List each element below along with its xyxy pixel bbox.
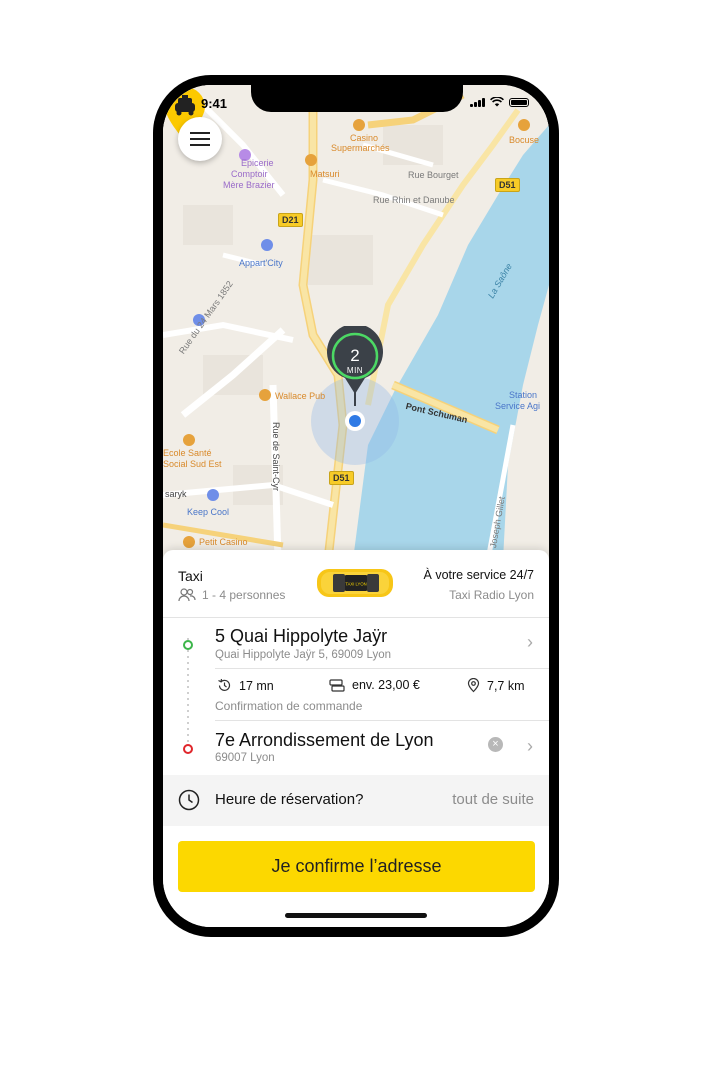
reservation-label: Heure de réservation? [215, 791, 364, 808]
pickup-chevron-right-icon: › [527, 632, 533, 652]
eta-unit: MIN [346, 366, 364, 375]
map-label-rue-saint-cyr: Rue de Saint-Cyr [271, 422, 281, 492]
map-label-epicerie: Epicerie [241, 158, 274, 168]
map-view[interactable]: Casino Supermarchés Epicerie Comptoir Mè… [163, 85, 549, 560]
location-pin-icon [467, 678, 480, 693]
trip-duration-value: 17 mn [239, 678, 274, 693]
people-icon [178, 588, 196, 602]
battery-icon [509, 98, 529, 107]
order-status: Confirmation de commande [215, 699, 363, 713]
home-indicator[interactable] [285, 913, 427, 918]
pickup-subtitle: Quai Hippolyte Jaÿr 5, 69009 Lyon [215, 649, 392, 661]
map-label-appart-city: Appart'City [239, 258, 283, 268]
trip-duration: 17 mn [217, 678, 274, 693]
status-time: 9:41 [201, 96, 228, 111]
eta-pin: 2 MIN [325, 326, 385, 406]
clear-destination-icon[interactable]: × [488, 737, 503, 752]
cellular-signal-icon [470, 98, 485, 107]
destination-dot-icon [183, 744, 193, 754]
reservation-value: tout de suite [452, 791, 534, 808]
car-badge-text: TAXI LYON [345, 582, 366, 587]
destination-subtitle: 69007 Lyon [215, 752, 275, 764]
device-notch [251, 85, 463, 112]
company-name: Taxi Radio Lyon [449, 588, 534, 602]
menu-icon-line [190, 132, 210, 134]
hamburger-menu-button[interactable] [178, 117, 222, 161]
map-label-bocuse: Bocuse [509, 135, 540, 145]
capacity-info: 1 - 4 personnes [178, 588, 285, 602]
divider [163, 617, 549, 618]
menu-icon-line [190, 144, 210, 146]
trip-distance: 7,7 km [467, 678, 525, 693]
pickup-title: 5 Quai Hippolyte Jaÿr [215, 626, 388, 646]
map-label-rue-bourget: Rue Bourget [408, 170, 459, 180]
road-badge-d51-top: D51 [495, 178, 520, 192]
eta-minutes: 2 [350, 346, 360, 365]
map-label-station: Station [509, 390, 538, 400]
taxi-car-image: TAXI LYON [317, 569, 393, 597]
service-hours: À votre service 24/7 [423, 568, 534, 582]
status-icons [470, 97, 529, 107]
clock-icon [178, 789, 200, 811]
booking-sheet: Taxi 1 - 4 personnes TAXI LYON À votre s… [163, 550, 549, 927]
money-icon [329, 678, 345, 692]
phone-frame: Casino Supermarchés Epicerie Comptoir Mè… [153, 75, 559, 937]
trip-price-value: env. 23,00 € [352, 678, 420, 692]
reservation-time-row[interactable]: Heure de réservation? tout de suite [163, 775, 549, 826]
map-label-keep-cool: Keep Cool [187, 507, 230, 517]
map-label-wallace-pub: Wallace Pub [275, 391, 326, 401]
trip-distance-value: 7,7 km [487, 678, 525, 693]
destination-title: 7e Arrondissement de Lyon [215, 730, 434, 750]
vehicle-type: Taxi [178, 568, 203, 584]
pickup-dot-icon [183, 640, 193, 650]
menu-icon-line [190, 138, 210, 140]
map-label-ecole-sante: Ecole Santé [163, 448, 212, 458]
capacity-label: 1 - 4 personnes [202, 588, 286, 602]
map-canvas [163, 85, 549, 560]
divider [215, 720, 549, 721]
map-label-mere-brazier: Mère Brazier [223, 180, 275, 190]
map-label-supermarches: Supermarchés [331, 143, 390, 153]
map-label-casino: Casino [350, 133, 379, 143]
map-label-saryk: saryk [165, 489, 187, 499]
map-label-service-agi: Service Agi [495, 401, 541, 411]
map-label-petit-casino: Petit Casino [199, 537, 248, 547]
road-badge-d51-bottom: D51 [329, 471, 354, 485]
app-screen: Casino Supermarchés Epicerie Comptoir Mè… [163, 85, 549, 927]
map-label-rue-rhin: Rue Rhin et Danube [373, 195, 455, 205]
confirm-address-button[interactable]: Je confirme l’adresse [178, 841, 535, 892]
divider [215, 668, 549, 669]
road-badge-d21: D21 [278, 213, 303, 227]
map-label-comptoir: Comptoir [231, 169, 268, 179]
trip-price: env. 23,00 € [329, 678, 420, 692]
clock-history-icon [218, 678, 231, 691]
map-label-social-sud-est: Social Sud Est [163, 459, 222, 469]
map-label-matsuri: Matsuri [310, 169, 340, 179]
wifi-icon [490, 97, 504, 107]
destination-chevron-right-icon: › [527, 736, 533, 756]
